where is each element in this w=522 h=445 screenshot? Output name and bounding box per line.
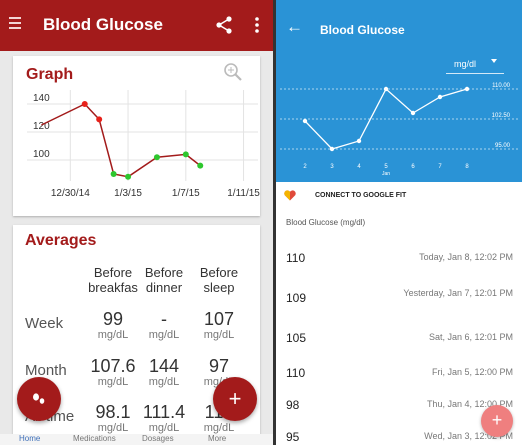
- reference-line-label: 95.00: [495, 143, 511, 149]
- data-point: [302, 118, 308, 124]
- right-app-bar: ← Blood Glucose: [276, 0, 522, 53]
- list-item[interactable]: 109 Yesterday, Jan 7, 12:01 PM: [276, 280, 522, 318]
- data-point: [356, 138, 362, 144]
- entry-datetime: Fri, Jan 5, 12:00 PM: [431, 367, 513, 377]
- avg-unit: mg/dL: [148, 376, 180, 388]
- avg-cell: 144 mg/dL: [133, 356, 195, 389]
- back-arrow-icon[interactable]: ←: [286, 18, 303, 35]
- more-options-icon[interactable]: [250, 14, 264, 36]
- list-header: Blood Glucose (mg/dl): [286, 218, 366, 227]
- y-tick-label: 100: [33, 149, 50, 160]
- tab-medications[interactable]: Medications: [73, 434, 116, 443]
- x-tick-label: 6: [411, 164, 415, 170]
- data-point: [153, 154, 160, 161]
- avg-cell: - mg/dL: [133, 309, 195, 342]
- google-fit-connect-row[interactable]: CONNECT TO GOOGLE FIT: [276, 182, 522, 210]
- avg-cell: 107 mg/dL: [188, 309, 250, 342]
- x-tick-label: 1/7/15: [172, 188, 200, 199]
- entry-value: 109: [286, 291, 307, 305]
- x-tick-label: 8: [465, 164, 469, 170]
- page-title: Blood Glucose: [43, 15, 163, 34]
- add-entry-fab[interactable]: +: [481, 405, 513, 437]
- google-fit-connect-label: CONNECT TO GOOGLE FIT: [315, 192, 407, 199]
- avg-unit: mg/dL: [203, 422, 235, 434]
- data-point: [182, 151, 189, 158]
- entry-value: 98: [286, 398, 300, 412]
- data-point: [197, 162, 204, 169]
- x-tick-label: 1/3/15: [114, 188, 142, 199]
- x-tick-label: 7: [438, 164, 442, 170]
- x-tick-label: 5: [384, 164, 388, 170]
- data-point: [437, 94, 443, 100]
- add-entry-fab[interactable]: +: [213, 377, 257, 421]
- data-point: [96, 116, 103, 123]
- entry-datetime: Yesterday, Jan 7, 12:01 PM: [403, 288, 513, 298]
- list-item[interactable]: 110 Today, Jan 8, 12:02 PM: [276, 240, 522, 278]
- blood-drop-icon: [33, 393, 45, 404]
- reference-line-label: 102.50: [492, 113, 511, 119]
- avg-unit: mg/dL: [148, 329, 180, 341]
- reference-line-label: 110.00: [492, 83, 511, 89]
- y-tick-label: 140: [33, 93, 50, 104]
- right-app-screen: ← Blood Glucose mg/dl 110.00 102.50 95.00 2…: [276, 0, 522, 445]
- avg-value: 144: [148, 356, 180, 376]
- avg-cell: 111.4 mg/dL: [133, 402, 195, 435]
- avg-value: -: [161, 309, 167, 329]
- column-header-before-dinner: Before dinner: [144, 265, 184, 295]
- entry-value: 105: [286, 331, 307, 345]
- heart-icon: [284, 190, 296, 201]
- entry-datetime: Sat, Jan 6, 12:01 PM: [428, 332, 513, 342]
- data-point: [329, 146, 335, 152]
- tab-dosages[interactable]: Dosages: [142, 434, 174, 443]
- data-point: [383, 86, 389, 92]
- data-point: [110, 171, 117, 177]
- share-icon[interactable]: [213, 14, 235, 36]
- averages-card-title: Averages: [25, 232, 97, 249]
- avg-value: 97: [208, 356, 230, 376]
- tab-home[interactable]: Home: [19, 434, 40, 443]
- x-tick-label: 4: [357, 164, 361, 170]
- tab-more[interactable]: More: [208, 434, 226, 443]
- x-tick-label: 2: [303, 164, 307, 170]
- left-app-bar: Blood Glucose: [0, 0, 273, 51]
- graph-card: Graph 140 120 100 12/30/14 1/3/15 1/7/15 1/11/…: [13, 56, 260, 216]
- avg-value: 111.4: [142, 402, 186, 422]
- bottom-navigation: Home Medications Dosages More: [0, 434, 273, 445]
- x-tick-label: 3: [330, 164, 334, 170]
- avg-value: 107: [203, 309, 235, 329]
- column-header-before-sleep: Before sleep: [199, 265, 239, 295]
- series-line: [41, 103, 201, 178]
- entry-value: 110: [286, 251, 306, 265]
- screenshot-root: Blood Glucose Graph 140 120 100 12/30/14…: [0, 0, 522, 445]
- menu-icon[interactable]: [9, 17, 21, 33]
- x-tick-label: 12/30/14: [51, 188, 90, 199]
- data-point: [410, 110, 416, 116]
- row-label-week: Week: [25, 315, 64, 332]
- blood-drop-fab[interactable]: [17, 377, 61, 421]
- data-point: [81, 101, 88, 107]
- avg-unit: mg/dL: [203, 329, 235, 341]
- left-app-screen: Blood Glucose Graph 140 120 100 12/30/14…: [0, 0, 273, 445]
- x-axis-sublabel: Jan: [382, 171, 390, 177]
- page-title: Blood Glucose: [320, 23, 405, 37]
- x-tick-label: 1/11/15: [227, 188, 260, 199]
- list-item[interactable]: 105 Sat, Jan 6, 12:01 PM: [276, 320, 522, 358]
- data-point: [464, 86, 470, 92]
- entry-value: 110: [286, 366, 306, 380]
- entry-datetime: Today, Jan 8, 12:02 PM: [419, 252, 513, 262]
- avg-unit: mg/dL: [148, 422, 180, 434]
- trend-chart-panel: mg/dl 110.00 102.50 95.00 2 3 4 5 6 7 8 Jan: [276, 53, 522, 182]
- entry-value: 95: [286, 430, 300, 444]
- glucose-trend-chart: 110.00 102.50 95.00 2 3 4 5 6 7 8 Jan: [280, 83, 518, 177]
- glucose-history-graph: 14012010012/30/14 1/3/15 1/7/15 1/11/15: [27, 90, 260, 199]
- data-point: [125, 173, 132, 180]
